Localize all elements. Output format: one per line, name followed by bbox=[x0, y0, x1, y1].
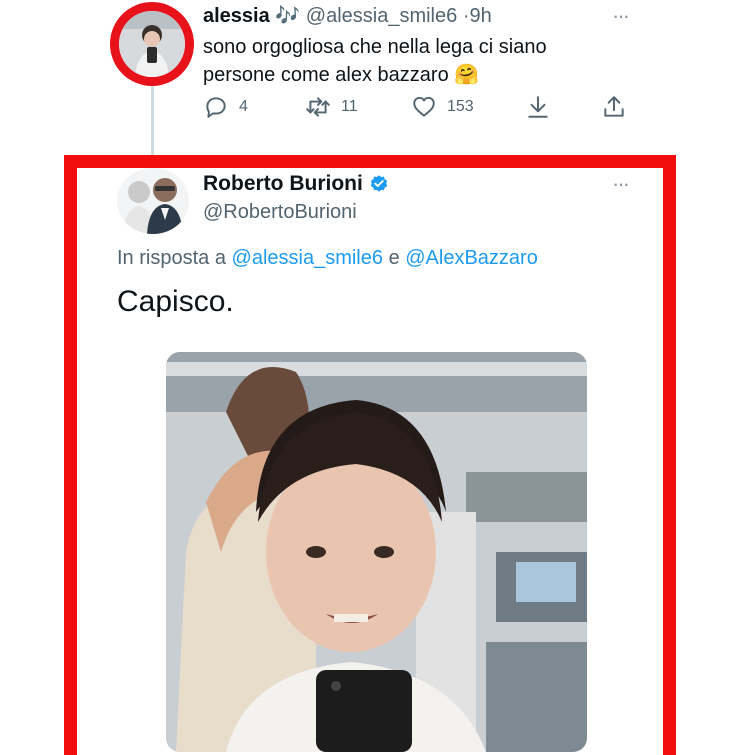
tweet-header: alessia 🎶 @alessia_smile6 ·9h bbox=[203, 2, 492, 30]
more-icon[interactable]: ··· bbox=[612, 173, 630, 195]
tweet-text: sono orgogliosa che nella lega ci siano … bbox=[203, 36, 547, 86]
display-name-text: Roberto Burioni bbox=[203, 172, 363, 195]
share-button[interactable] bbox=[601, 94, 627, 120]
like-count: 153 bbox=[447, 98, 474, 115]
tweet-text: Capisco. bbox=[117, 285, 234, 318]
tweet-time[interactable]: 9h bbox=[469, 5, 491, 27]
avatar-image bbox=[119, 11, 185, 77]
reply-joiner: e bbox=[388, 247, 400, 269]
mention-link[interactable]: @alessia_smile6 bbox=[232, 247, 383, 269]
tweet-actions: 4 11 153 bbox=[203, 94, 633, 126]
bookmark-button[interactable] bbox=[525, 94, 551, 120]
reply-icon bbox=[206, 97, 226, 118]
display-name[interactable]: alessia bbox=[203, 5, 270, 27]
user-handle[interactable]: @alessia_smile6 bbox=[306, 5, 457, 27]
reply-count: 4 bbox=[239, 98, 248, 115]
user-handle[interactable]: @RobertoBurioni bbox=[203, 198, 357, 226]
reply-context: In risposta a @alessia_smile6 e @AlexBaz… bbox=[117, 244, 538, 272]
retweet-button[interactable]: 11 bbox=[305, 94, 358, 120]
bookmark-icon bbox=[528, 96, 548, 118]
retweet-count: 11 bbox=[341, 98, 358, 115]
more-icon[interactable]: ··· bbox=[612, 5, 630, 27]
like-icon bbox=[413, 96, 435, 117]
thread-connector-line bbox=[151, 82, 154, 160]
reply-button[interactable]: 4 bbox=[203, 94, 248, 120]
name-emoji: 🎶 bbox=[275, 5, 301, 27]
display-name[interactable]: Roberto Burioni bbox=[203, 170, 389, 198]
reply-prefix: In risposta a bbox=[117, 247, 226, 269]
like-button[interactable]: 153 bbox=[411, 94, 474, 120]
avatar[interactable] bbox=[117, 168, 189, 234]
verified-badge-icon bbox=[370, 175, 387, 192]
share-icon bbox=[604, 96, 624, 117]
tweet-media-image[interactable] bbox=[166, 352, 587, 752]
photo-image bbox=[166, 352, 587, 752]
mention-link[interactable]: @AlexBazzaro bbox=[405, 247, 538, 269]
avatar[interactable] bbox=[119, 11, 185, 77]
retweet-icon bbox=[306, 97, 330, 117]
avatar-image bbox=[117, 168, 189, 234]
